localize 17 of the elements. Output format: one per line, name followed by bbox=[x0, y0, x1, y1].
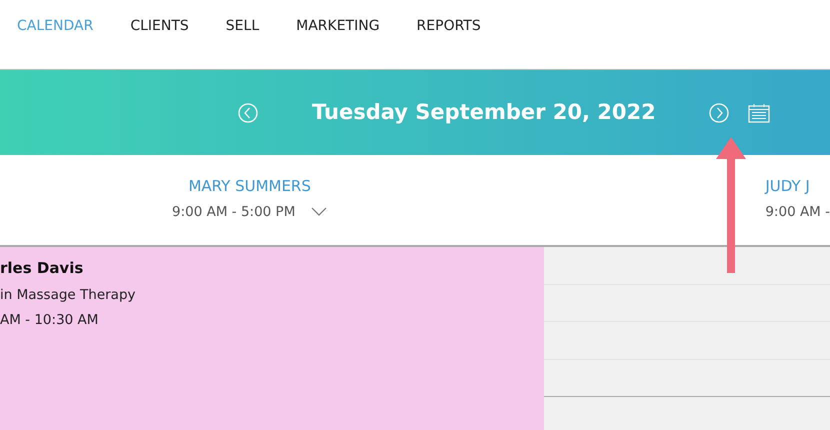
appointment-time: AM - 10:30 AM bbox=[0, 310, 100, 330]
next-icon[interactable] bbox=[708, 102, 729, 122]
staff-hours: 9:00 AM - 5:00 PM bbox=[172, 202, 296, 222]
nav-tab[interactable]: SELL bbox=[226, 16, 260, 37]
client-name: rles Davis bbox=[0, 258, 84, 279]
nav-tab[interactable]: CLIENTS bbox=[130, 16, 189, 37]
calendar-icon[interactable] bbox=[748, 102, 770, 122]
chevron-down-icon[interactable] bbox=[311, 207, 328, 216]
staff-hours: 9:00 AM - bbox=[765, 202, 830, 222]
previous-icon[interactable] bbox=[238, 102, 258, 122]
service-name: in Massage Therapy bbox=[0, 286, 137, 304]
date-title: Tuesday September 20, 2022 bbox=[312, 98, 656, 126]
appointment-card[interactable]: rles Davis in Massage Therapy AM - 10:30 AM bbox=[0, 247, 544, 430]
nav-tab[interactable]: REPORTS bbox=[416, 16, 481, 37]
staff-name: JUDY J bbox=[765, 176, 810, 197]
nav-tab[interactable]: MARKETING bbox=[296, 16, 380, 37]
staff-name: MARY SUMMERS bbox=[188, 176, 311, 197]
